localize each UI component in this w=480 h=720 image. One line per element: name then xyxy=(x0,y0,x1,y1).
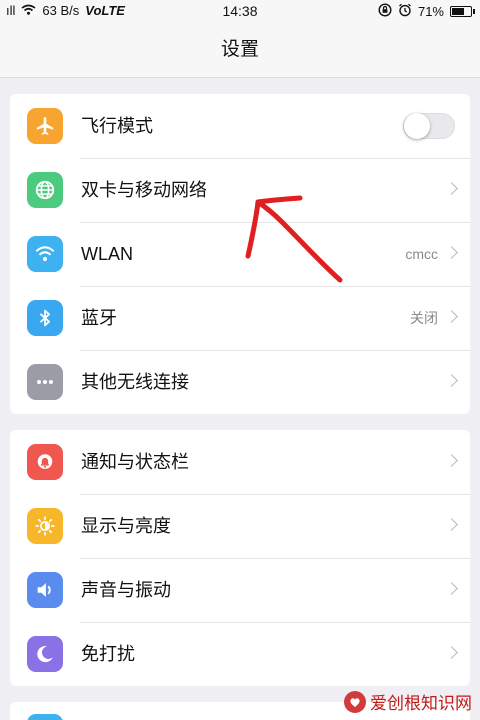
settings-item-sound-vibration[interactable]: 声音与振动 xyxy=(10,558,470,622)
settings-item-other-wireless[interactable]: 其他无线连接 xyxy=(10,350,470,414)
settings-item-label: 显示与亮度 xyxy=(81,516,171,536)
settings-item-label: 其他无线连接 xyxy=(81,372,189,392)
airplane-icon xyxy=(27,108,63,144)
settings-item-airplane-mode[interactable]: 飞行模式 xyxy=(10,94,470,158)
bluetooth-status-value: 关闭 xyxy=(410,310,438,326)
wireless-settings-group: 飞行模式 双卡与移动网络 WLAN cmcc 蓝牙 关闭 其他无线连接 xyxy=(10,94,470,414)
rotation-lock-icon xyxy=(378,3,392,20)
watermark-text: 爱创根知识网 xyxy=(370,694,472,713)
settings-item-notifications[interactable]: 通知与状态栏 xyxy=(10,430,470,494)
settings-item-bluetooth[interactable]: 蓝牙 关闭 xyxy=(10,286,470,350)
settings-item-display-brightness[interactable]: 显示与亮度 xyxy=(10,494,470,558)
settings-item-label: WLAN xyxy=(81,244,134,264)
wlan-status-value: cmcc xyxy=(405,246,438,262)
wifi-icon xyxy=(27,236,63,272)
settings-item-label: 双卡与移动网络 xyxy=(81,180,207,200)
settings-item-label: 通知与状态栏 xyxy=(81,452,189,472)
settings-item-wlan[interactable]: WLAN cmcc xyxy=(10,222,470,286)
alarm-icon xyxy=(398,3,412,20)
settings-item-label: 蓝牙 xyxy=(81,308,117,328)
settings-item-label: 声音与振动 xyxy=(81,580,171,600)
brightness-icon xyxy=(27,508,63,544)
page-title: 设置 xyxy=(0,22,480,78)
more-icon xyxy=(27,364,63,400)
settings-item-dual-sim-network[interactable]: 双卡与移动网络 xyxy=(10,158,470,222)
globe-icon xyxy=(27,172,63,208)
app-icon xyxy=(27,714,63,720)
watermark: 爱创根知识网 xyxy=(344,689,472,714)
battery-icon xyxy=(450,6,475,17)
moon-icon xyxy=(27,636,63,672)
bluetooth-icon xyxy=(27,300,63,336)
sound-icon xyxy=(27,572,63,608)
watermark-logo-icon xyxy=(344,690,366,713)
status-bar: ıll 63 B/s VoLTE 14:38 71% xyxy=(0,0,480,22)
settings-item-label: 飞行模式 xyxy=(81,116,153,136)
notification-icon xyxy=(27,444,63,480)
settings-item-do-not-disturb[interactable]: 免打扰 xyxy=(10,622,470,686)
device-settings-group: 通知与状态栏 显示与亮度 声音与振动 免打扰 xyxy=(10,430,470,686)
airplane-mode-toggle[interactable] xyxy=(403,113,455,139)
settings-item-label: 免打扰 xyxy=(81,644,135,664)
battery-percent: 71% xyxy=(417,4,444,19)
